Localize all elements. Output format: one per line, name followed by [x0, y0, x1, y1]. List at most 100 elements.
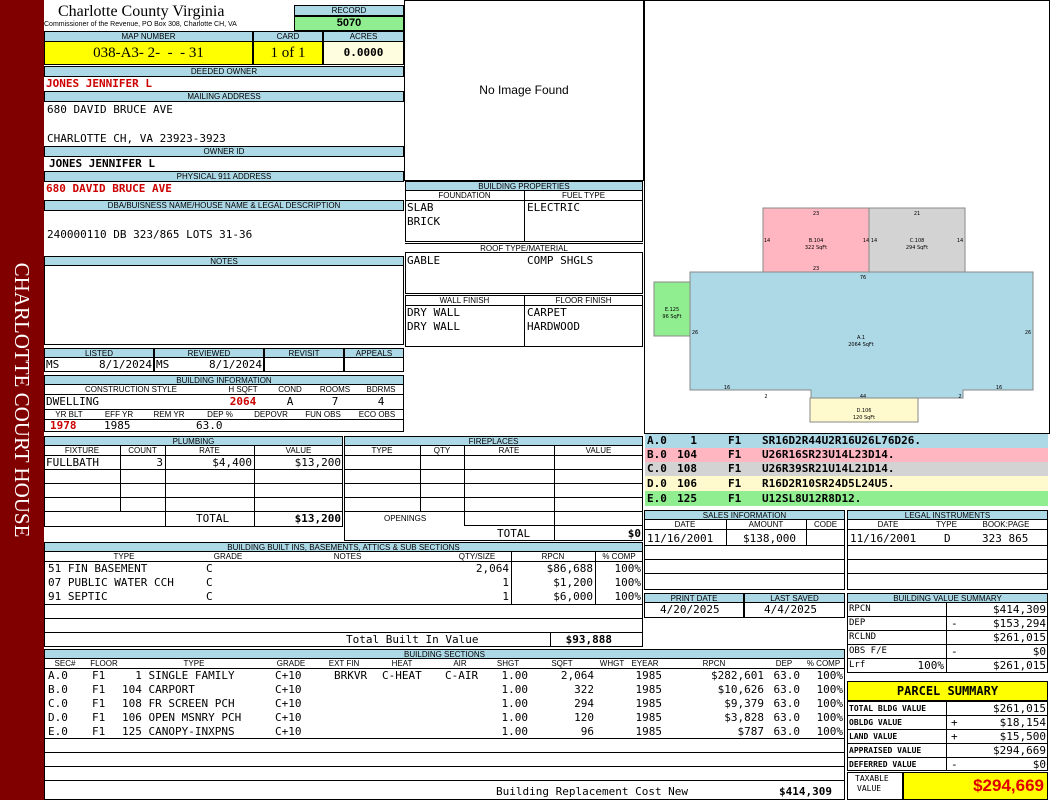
- mailing-address-line1: 680 DAVID BRUCE AVE: [47, 103, 173, 116]
- col-sale-amount: AMOUNT: [726, 520, 806, 530]
- col-ecoobs: ECO OBS: [350, 409, 404, 420]
- col-eyear: EYEAR: [628, 659, 662, 669]
- built-in-total-label: Total Built In Value: [346, 633, 479, 646]
- sec-rpcn: $9,379: [724, 697, 764, 710]
- sketch-code-text: U12SL8U12R8D12.: [762, 492, 862, 505]
- built-in-total: $93,888: [565, 633, 612, 646]
- replacement-cost-total: $414,309: [779, 785, 832, 798]
- sec-id: C.0: [48, 697, 68, 710]
- parcel-label: OBLDG VALUE: [849, 718, 902, 727]
- parcel-label: APPRAISED VALUE: [849, 746, 922, 755]
- sec-id: B.0: [48, 683, 68, 696]
- sec-grade: C+10: [275, 697, 302, 710]
- col-cond: COND: [268, 385, 312, 395]
- sketch-a-b5: 16: [996, 385, 1002, 391]
- sketch-code-floor: F1: [728, 477, 742, 490]
- floor-finish-label: FLOOR FINISH: [524, 296, 643, 306]
- sketch-code-sec: A.0: [647, 434, 667, 447]
- col-legal-type: TYPE: [929, 520, 964, 530]
- fuel-type: ELECTRIC: [527, 201, 580, 214]
- summary-label: DEP: [849, 618, 866, 628]
- sec-grade: C+10: [275, 711, 302, 724]
- sec-floor: F1: [92, 725, 106, 738]
- sec-sqft: 294: [574, 697, 594, 710]
- sec-comp: 100%: [816, 683, 844, 696]
- col-fp-value: VALUE: [554, 446, 643, 456]
- sec-comp: 100%: [816, 697, 844, 710]
- record-label: RECORD: [294, 5, 404, 16]
- map-number: 038-A3- 2- - - 31: [44, 41, 253, 65]
- sidebar: CHARLOTTE COURT HOUSE: [0, 0, 44, 800]
- sec-type: 104 CARPORT: [122, 683, 195, 696]
- sec-dep: 63.0: [773, 683, 801, 696]
- sketch-c-top: 21: [914, 211, 920, 217]
- sec-eyear: 1985: [635, 711, 663, 724]
- built-in-type: 91 SEPTIC: [48, 590, 108, 603]
- sec-floor: F1: [92, 711, 106, 724]
- sketch-code-text: R16D2R10SR24D5L24U5.: [762, 477, 895, 490]
- taxable-value: $294,669: [903, 772, 1048, 800]
- sec-rpcn: $282,601: [711, 669, 764, 682]
- sketch-a-left: 26: [692, 330, 698, 336]
- parcel-label: LAND VALUE: [849, 732, 898, 741]
- parcel-value: $15,500: [999, 730, 1046, 743]
- built-in-qty: 1: [502, 576, 509, 589]
- sketch-a-right: 26: [1025, 330, 1031, 336]
- sketch-e-name: E.125: [665, 307, 679, 313]
- summary-value: $261,015: [993, 631, 1046, 644]
- wall-finish-label: WALL FINISH: [405, 296, 524, 306]
- col-sale-code: CODE: [806, 520, 845, 530]
- sidebar-title: CHARLOTTE COURT HOUSE: [10, 262, 34, 538]
- plumbing-fixture: FULLBATH: [46, 456, 99, 469]
- sketch-code-text: U26R39SR21U14L21D14.: [762, 462, 895, 475]
- built-in-qty: 1: [502, 590, 509, 603]
- card-number: 1 of 1: [253, 41, 323, 65]
- sketch-a-b2: 2: [764, 394, 767, 400]
- legal-description-label: DBA/BUISNESS NAME/HOUSE NAME & LEGAL DES…: [44, 200, 404, 211]
- sec-dep: 63.0: [773, 669, 801, 682]
- dep-pct: 63.0: [196, 419, 223, 432]
- sec-rpcn: $10,626: [717, 683, 764, 696]
- summary-label: OBS F/E: [849, 646, 887, 656]
- replacement-cost-label: Building Replacement Cost New: [496, 785, 689, 798]
- sec-grade: C+10: [275, 683, 302, 696]
- sec-type: 106 OPEN MSNRY PCH: [122, 711, 242, 724]
- sec-dep: 63.0: [773, 711, 801, 724]
- yr-built: 1978: [50, 419, 77, 432]
- sec-floor: F1: [92, 669, 106, 682]
- sketch-c-left: 14: [871, 238, 877, 244]
- sale-amount: $138,000: [743, 532, 796, 545]
- summary-value: $153,294: [993, 617, 1046, 630]
- sec-rpcn: $3,828: [724, 711, 764, 724]
- sketch-b-top: 23: [813, 211, 819, 217]
- col-bi-comp: % COMP: [595, 552, 643, 562]
- sketch-code-text: U26R16SR23U14L23D14.: [762, 448, 895, 461]
- sec-sqft: 322: [574, 683, 594, 696]
- no-image-text: No Image Found: [479, 83, 569, 97]
- parcel-value: $0: [1032, 758, 1046, 771]
- col-grade: GRADE: [266, 659, 316, 669]
- fuel-type-label: FUEL TYPE: [524, 191, 643, 201]
- sec-comp: 100%: [816, 711, 844, 724]
- sec-eyear: 1985: [635, 669, 663, 682]
- legal-book: 323 865: [982, 532, 1029, 545]
- owner-id: JONES JENNIFER L: [49, 157, 155, 170]
- sec-shgt: 1.00: [501, 669, 529, 682]
- sec-sqft: 120: [574, 711, 594, 724]
- col-value: VALUE: [254, 446, 343, 456]
- sketch-code-text: SR16D2R44U2R16U26L76D26.: [762, 434, 921, 447]
- sketch-a-name: A.1: [857, 335, 865, 341]
- summary-label: RPCN: [849, 604, 871, 614]
- col-sec: SEC#: [44, 659, 86, 669]
- sec-comp: 100%: [816, 669, 844, 682]
- print-date: 4/20/2025: [660, 603, 720, 616]
- sketch-code-floor: F1: [728, 492, 742, 505]
- owner-id-label: OWNER ID: [44, 146, 404, 157]
- col-bi-rpcn: RPCN: [511, 552, 595, 562]
- deeded-owner: JONES JENNIFER L: [46, 77, 152, 90]
- construction-style: DWELLING: [46, 395, 99, 408]
- sec-comp: 100%: [816, 725, 844, 738]
- parcel-value: $261,015: [993, 702, 1046, 715]
- sec-shgt: 1.00: [501, 711, 529, 724]
- sketch-c-right: 14: [957, 238, 963, 244]
